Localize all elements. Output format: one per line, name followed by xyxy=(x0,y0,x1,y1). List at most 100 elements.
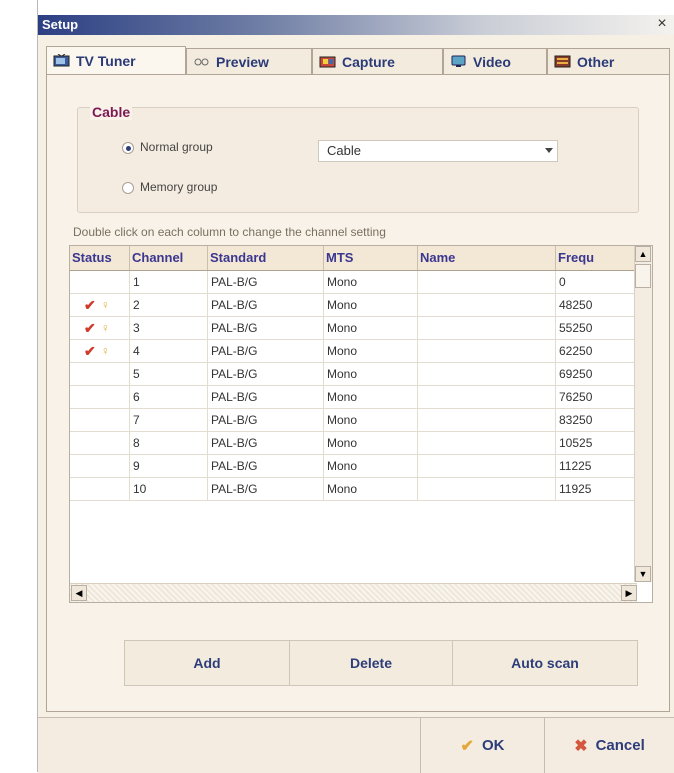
channel-cell[interactable]: 7 xyxy=(130,409,208,431)
tab-video[interactable]: Video xyxy=(443,48,547,74)
cancel-button[interactable]: ✖ Cancel xyxy=(544,718,674,773)
table-row[interactable]: 9 PAL-B/G Mono 11225 xyxy=(70,455,637,478)
channel-cell[interactable]: 9 xyxy=(130,455,208,477)
name-cell[interactable] xyxy=(418,409,556,431)
table-row[interactable]: 7 PAL-B/G Mono 83250 xyxy=(70,409,637,432)
standard-cell[interactable]: PAL-B/G xyxy=(208,386,324,408)
channel-cell[interactable]: 8 xyxy=(130,432,208,454)
ok-button[interactable]: ✔ OK xyxy=(420,718,544,773)
mts-cell[interactable]: Mono xyxy=(324,271,418,293)
status-cell[interactable] xyxy=(70,432,130,454)
mts-cell[interactable]: Mono xyxy=(324,317,418,339)
status-cell[interactable] xyxy=(70,478,130,500)
mts-cell[interactable]: Mono xyxy=(324,386,418,408)
status-cell[interactable] xyxy=(70,363,130,385)
horizontal-scrollbar[interactable]: ◀ ▶ xyxy=(70,583,637,602)
table-row[interactable]: ✔ ♀ 3 PAL-B/G Mono 55250 xyxy=(70,317,637,340)
column-header-frequency[interactable]: Frequ xyxy=(556,246,637,270)
dropdown-arrow-icon xyxy=(545,148,553,153)
name-cell[interactable] xyxy=(418,271,556,293)
column-header-name[interactable]: Name xyxy=(418,246,556,270)
name-cell[interactable] xyxy=(418,317,556,339)
freq-cell[interactable]: 11925 xyxy=(556,478,637,500)
scroll-right-icon[interactable]: ▶ xyxy=(621,585,637,601)
channel-cell[interactable]: 6 xyxy=(130,386,208,408)
table-row[interactable]: 10 PAL-B/G Mono 11925 xyxy=(70,478,637,501)
standard-cell[interactable]: PAL-B/G xyxy=(208,455,324,477)
cable-select-value: Cable xyxy=(327,143,361,158)
mts-cell[interactable]: Mono xyxy=(324,340,418,362)
status-cell[interactable]: ✔ ♀ xyxy=(70,340,130,362)
status-cell[interactable] xyxy=(70,409,130,431)
name-cell[interactable] xyxy=(418,478,556,500)
mts-cell[interactable]: Mono xyxy=(324,432,418,454)
tab-capture[interactable]: Capture xyxy=(312,48,443,74)
table-row[interactable]: 6 PAL-B/G Mono 76250 xyxy=(70,386,637,409)
name-cell[interactable] xyxy=(418,363,556,385)
standard-cell[interactable]: PAL-B/G xyxy=(208,271,324,293)
freq-cell[interactable]: 48250 xyxy=(556,294,637,316)
freq-cell[interactable]: 62250 xyxy=(556,340,637,362)
name-cell[interactable] xyxy=(418,294,556,316)
channel-cell[interactable]: 5 xyxy=(130,363,208,385)
name-cell[interactable] xyxy=(418,386,556,408)
auto-scan-button[interactable]: Auto scan xyxy=(452,640,638,686)
column-header-status[interactable]: Status xyxy=(70,246,130,270)
mts-cell[interactable]: Mono xyxy=(324,294,418,316)
freq-cell[interactable]: 0 xyxy=(556,271,637,293)
scroll-left-icon[interactable]: ◀ xyxy=(71,585,87,601)
tab-tv-tuner[interactable]: TV Tuner xyxy=(46,46,186,75)
vertical-scrollbar[interactable]: ▲ ▼ xyxy=(634,246,652,582)
freq-cell[interactable]: 55250 xyxy=(556,317,637,339)
table-row[interactable]: 5 PAL-B/G Mono 69250 xyxy=(70,363,637,386)
channel-cell[interactable]: 2 xyxy=(130,294,208,316)
freq-cell[interactable]: 11225 xyxy=(556,455,637,477)
title-bar[interactable]: Setup × xyxy=(38,15,674,35)
mts-cell[interactable]: Mono xyxy=(324,455,418,477)
standard-cell[interactable]: PAL-B/G xyxy=(208,294,324,316)
memory-group-radio[interactable] xyxy=(122,182,134,194)
mts-cell[interactable]: Mono xyxy=(324,363,418,385)
mts-cell[interactable]: Mono xyxy=(324,478,418,500)
tab-other[interactable]: Other xyxy=(547,48,670,74)
tab-preview[interactable]: Preview xyxy=(186,48,312,74)
channel-cell[interactable]: 4 xyxy=(130,340,208,362)
freq-cell[interactable]: 69250 xyxy=(556,363,637,385)
status-cell[interactable] xyxy=(70,386,130,408)
status-cell[interactable]: ✔ ♀ xyxy=(70,317,130,339)
delete-button[interactable]: Delete xyxy=(289,640,453,686)
column-header-mts[interactable]: MTS xyxy=(324,246,418,270)
channel-cell[interactable]: 10 xyxy=(130,478,208,500)
scroll-up-icon[interactable]: ▲ xyxy=(635,246,651,262)
table-row[interactable]: ✔ ♀ 2 PAL-B/G Mono 48250 xyxy=(70,294,637,317)
standard-cell[interactable]: PAL-B/G xyxy=(208,478,324,500)
scroll-thumb[interactable] xyxy=(635,264,651,288)
name-cell[interactable] xyxy=(418,432,556,454)
standard-cell[interactable]: PAL-B/G xyxy=(208,363,324,385)
standard-cell[interactable]: PAL-B/G xyxy=(208,340,324,362)
normal-group-radio[interactable] xyxy=(122,142,134,154)
table-row[interactable]: 1 PAL-B/G Mono 0 xyxy=(70,271,637,294)
table-row[interactable]: ✔ ♀ 4 PAL-B/G Mono 62250 xyxy=(70,340,637,363)
freq-cell[interactable]: 83250 xyxy=(556,409,637,431)
table-row[interactable]: 8 PAL-B/G Mono 10525 xyxy=(70,432,637,455)
mts-cell[interactable]: Mono xyxy=(324,409,418,431)
name-cell[interactable] xyxy=(418,340,556,362)
status-cell[interactable] xyxy=(70,455,130,477)
column-header-standard[interactable]: Standard xyxy=(208,246,324,270)
freq-cell[interactable]: 10525 xyxy=(556,432,637,454)
freq-cell[interactable]: 76250 xyxy=(556,386,637,408)
standard-cell[interactable]: PAL-B/G xyxy=(208,409,324,431)
channel-cell[interactable]: 3 xyxy=(130,317,208,339)
standard-cell[interactable]: PAL-B/G xyxy=(208,317,324,339)
add-button[interactable]: Add xyxy=(124,640,290,686)
column-header-channel[interactable]: Channel xyxy=(130,246,208,270)
cable-select[interactable]: Cable xyxy=(318,140,558,162)
close-icon[interactable]: × xyxy=(654,16,670,32)
channel-cell[interactable]: 1 xyxy=(130,271,208,293)
name-cell[interactable] xyxy=(418,455,556,477)
scroll-down-icon[interactable]: ▼ xyxy=(635,566,651,582)
status-cell[interactable]: ✔ ♀ xyxy=(70,294,130,316)
status-cell[interactable] xyxy=(70,271,130,293)
standard-cell[interactable]: PAL-B/G xyxy=(208,432,324,454)
